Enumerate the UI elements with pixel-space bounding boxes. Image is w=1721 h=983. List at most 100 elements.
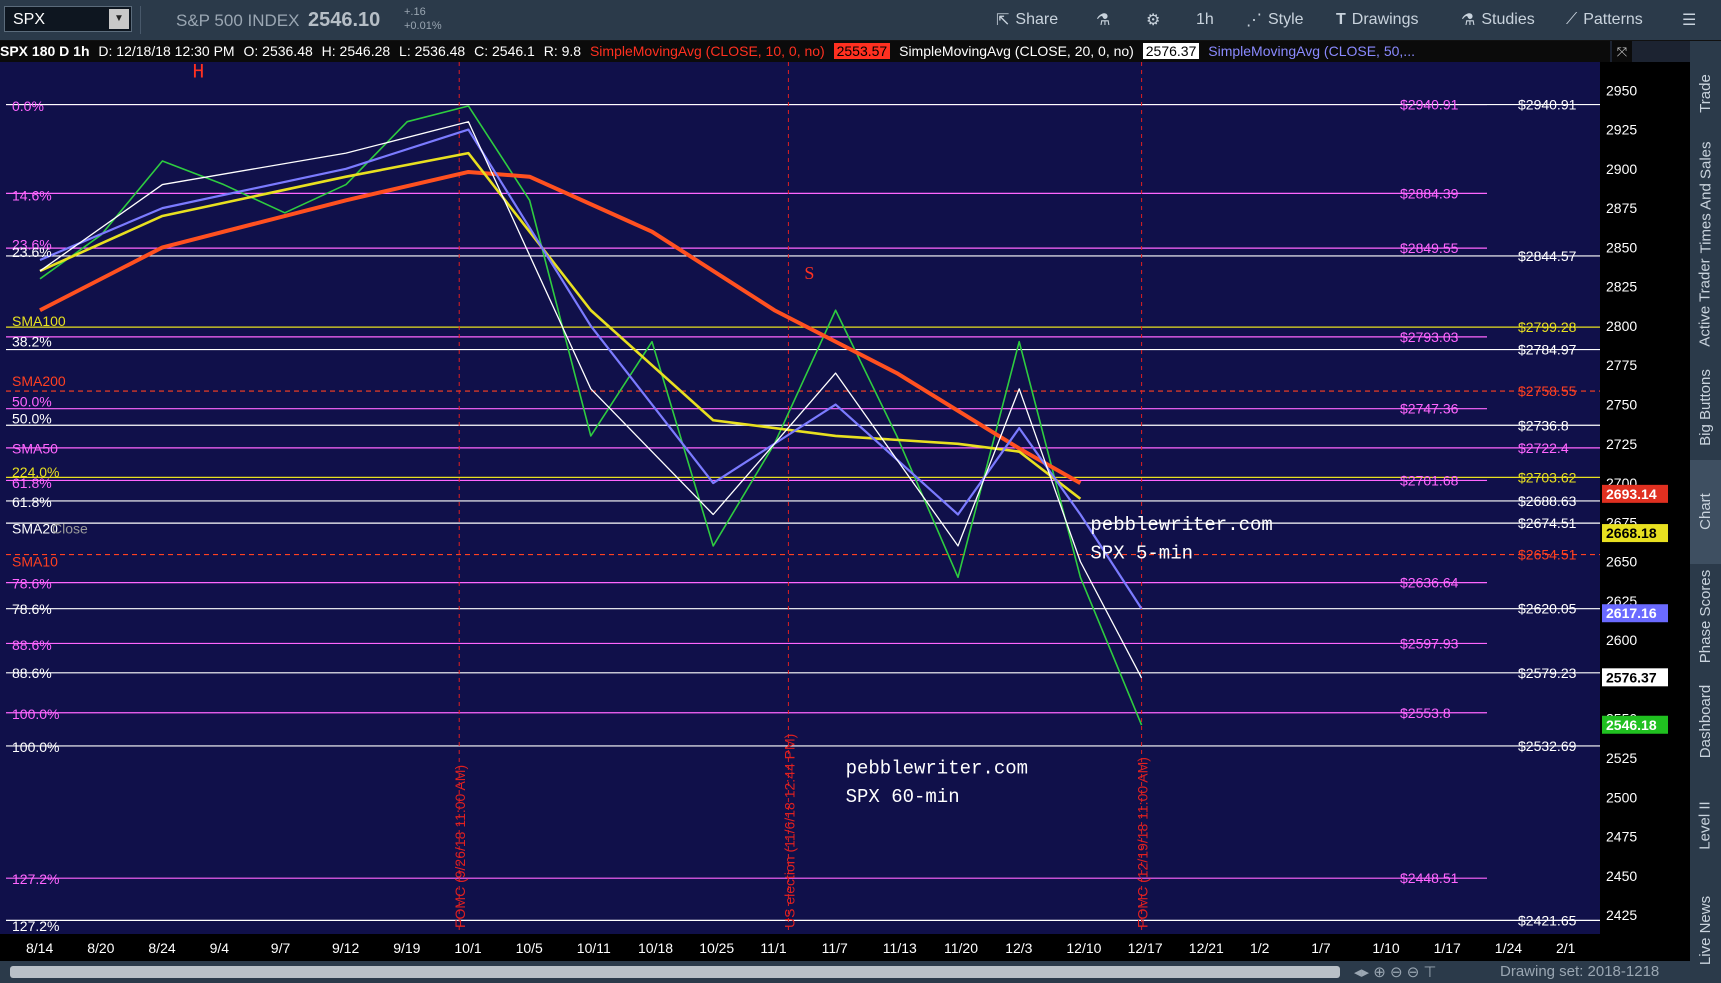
sma20-label[interactable]: SimpleMovingAvg (CLOSE, 20, 0, no) xyxy=(899,43,1134,59)
sidebar-tab-label: Active Trader xyxy=(1697,258,1714,347)
y-tick-label: 2925 xyxy=(1606,122,1637,138)
sidebar-tab-chart[interactable]: Chart xyxy=(1690,459,1721,565)
style-button[interactable]: ⋰ Style xyxy=(1240,0,1310,40)
bar-open: O: 2536.48 xyxy=(243,43,313,59)
price-level-label: $2553.8 xyxy=(1400,705,1451,721)
flask-button[interactable]: ⚗ xyxy=(1090,0,1116,40)
event-label: FOMC (12/19/18 11:00 AM) xyxy=(1135,757,1151,928)
axis-badge-value: 2576.37 xyxy=(1606,669,1657,685)
flask-icon: ⚗ xyxy=(1096,12,1111,29)
studies-icon: ⚗ xyxy=(1461,12,1476,29)
chart-annotation: pebblewriter.com xyxy=(1090,514,1272,536)
footer-tools[interactable]: ◂▸ ⊕ ⊖ ⊖ ⊤ xyxy=(1354,963,1437,981)
fib-level-label: 61.8% xyxy=(12,475,52,491)
sidebar-tab-big-buttons[interactable]: Big Buttons xyxy=(1690,355,1721,460)
x-tick-label: 12/21 xyxy=(1189,940,1224,956)
chart-area[interactable]: FOMC (9/26/18 11:00 AM) US election (11/6… xyxy=(0,62,1690,961)
sidebar-tab-times-and-sales[interactable]: Times And Sales xyxy=(1690,142,1721,254)
fib-level-label: 23.6% xyxy=(12,244,52,260)
x-tick-label: 1/10 xyxy=(1372,940,1399,956)
x-tick-label: 1/17 xyxy=(1434,940,1461,956)
axis-badge-value: 2617.16 xyxy=(1606,605,1657,621)
right-sidebar: Trade Times And Sales Active Trader Big But… xyxy=(1690,41,1721,983)
drawings-button[interactable]: T Drawings xyxy=(1330,0,1424,40)
change-value: +.16 xyxy=(404,6,426,18)
share-label: Share xyxy=(1015,11,1059,28)
share-icon: ⇱ xyxy=(996,12,1010,29)
price-level-label: $2940.91 xyxy=(1400,97,1459,113)
instrument-title: S&P 500 INDEX xyxy=(176,11,300,30)
chart-annotation: S xyxy=(804,263,814,283)
horizontal-scrollbar[interactable] xyxy=(10,966,1340,978)
sidebar-tab-dashboard[interactable]: Dashboard xyxy=(1690,669,1721,774)
interval-label: 1h xyxy=(1196,11,1214,28)
fib-level-label: Close xyxy=(52,521,88,537)
fib-level-label: 61.8% xyxy=(12,494,52,510)
fib-level-label: SMA50 xyxy=(12,441,58,457)
price-level-label: $2884.39 xyxy=(1400,185,1459,201)
studies-button[interactable]: ⚗ Studies xyxy=(1455,0,1541,40)
bar-date: D: 12/18/18 12:30 PM xyxy=(98,43,235,59)
price-level-label: $2688.63 xyxy=(1518,493,1577,509)
fib-level-label: 127.2% xyxy=(12,871,59,887)
app-window: SPX ▼ S&P 500 INDEX 2546.10 +.16 +0.01% ⇱ S… xyxy=(0,0,1721,983)
sidebar-tab-label: Level II xyxy=(1697,801,1714,851)
sidebar-tab-label: Trade xyxy=(1697,74,1715,113)
price-level-label: $2849.55 xyxy=(1400,240,1459,256)
sidebar-tab-level-ii[interactable]: Level II xyxy=(1690,774,1721,879)
share-button[interactable]: ⇱ Share xyxy=(990,0,1064,40)
interval-button[interactable]: 1h xyxy=(1190,0,1220,40)
event-label: FOMC (9/26/18 11:00 AM) xyxy=(452,765,468,928)
x-tick-label: 9/4 xyxy=(210,940,230,956)
sidebar-tab-label: Big Buttons xyxy=(1697,368,1714,446)
symbol-text: SPX xyxy=(13,11,46,28)
chevron-down-icon[interactable]: ▼ xyxy=(109,9,129,29)
price-level-label: $2636.64 xyxy=(1400,575,1459,591)
fib-level-label: SMA200 xyxy=(12,373,66,389)
price-level-label: $2784.97 xyxy=(1518,342,1577,358)
drawing-set-label: Drawing set: 2018-1218 xyxy=(1500,963,1660,980)
axis-badge-value: 2546.18 xyxy=(1606,717,1657,733)
price-chart[interactable]: FOMC (9/26/18 11:00 AM) US election (11/6… xyxy=(0,62,1690,961)
sidebar-tab-label: Phase Scores xyxy=(1697,569,1715,664)
chart-info-bar: SPX 180 D 1h D: 12/18/18 12:30 PM O: 253… xyxy=(0,41,1610,62)
sidebar-tab-trade[interactable]: Trade xyxy=(1690,41,1721,146)
y-tick-label: 2475 xyxy=(1606,829,1637,845)
y-tick-label: 2875 xyxy=(1606,200,1637,216)
y-tick-label: 2750 xyxy=(1606,397,1637,413)
settings-button[interactable]: ⚙ xyxy=(1140,0,1166,40)
bar-low: L: 2536.48 xyxy=(399,43,466,59)
x-tick-label: 11/7 xyxy=(822,940,848,956)
bar-range: R: 9.8 xyxy=(543,43,582,59)
chart-annotation: pebblewriter.com xyxy=(846,758,1028,780)
sidebar-tab-active-trader[interactable]: Active Trader xyxy=(1690,250,1721,355)
sidebar-tab-phase-scores[interactable]: Phase Scores xyxy=(1690,564,1721,669)
fib-level-label: 50.0% xyxy=(12,393,52,409)
maximize-icon[interactable]: ⤧ xyxy=(1612,41,1632,62)
fib-level-label: SMA100 xyxy=(12,313,66,329)
price-level-label: $2620.05 xyxy=(1518,601,1577,617)
patterns-button[interactable]: ⟋ Patterns xyxy=(1560,0,1649,40)
sma10-label[interactable]: SimpleMovingAvg (CLOSE, 10, 0, no) xyxy=(590,43,825,59)
x-tick-label: 9/12 xyxy=(332,940,359,956)
y-tick-label: 2525 xyxy=(1606,750,1637,766)
x-tick-label: 11/20 xyxy=(944,940,978,956)
y-tick-label: 2425 xyxy=(1606,907,1637,923)
symbol-selector[interactable]: SPX ▼ xyxy=(4,6,132,32)
footer-bar: ◂▸ ⊕ ⊖ ⊖ ⊤ Drawing set: 2018-1218 xyxy=(0,961,1690,983)
fib-level-label: 88.6% xyxy=(12,637,52,653)
price-level-label: $2799.28 xyxy=(1518,319,1577,335)
y-tick-label: 2775 xyxy=(1606,357,1637,373)
drawings-label: Drawings xyxy=(1351,11,1419,28)
sma50-label[interactable]: SimpleMovingAvg (CLOSE, 50,... xyxy=(1208,43,1415,59)
price-level-label: $2722.4 xyxy=(1518,440,1569,456)
y-tick-label: 2450 xyxy=(1606,868,1637,884)
x-tick-label: 1/2 xyxy=(1250,940,1270,956)
y-tick-label: 2850 xyxy=(1606,239,1637,255)
menu-button[interactable]: ☰ xyxy=(1676,0,1702,40)
x-tick-label: 12/3 xyxy=(1005,940,1032,956)
studies-label: Studies xyxy=(1481,11,1535,28)
price-change: +.16 +0.01% xyxy=(404,5,442,33)
y-tick-label: 2825 xyxy=(1606,279,1637,295)
sidebar-tab-live-news[interactable]: Live News xyxy=(1690,878,1721,983)
